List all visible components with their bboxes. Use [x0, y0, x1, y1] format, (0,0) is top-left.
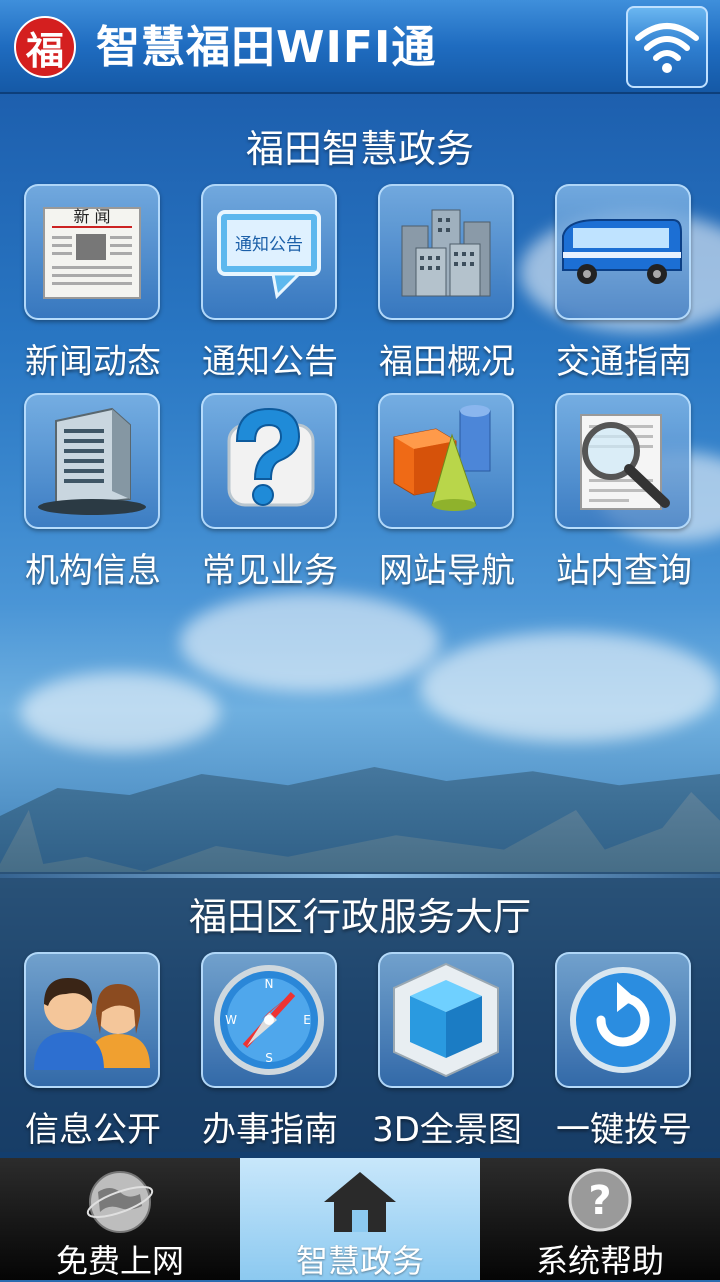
tile-notice[interactable]: 通知公告 [201, 184, 337, 320]
svg-text:通知公告: 通知公告 [235, 235, 303, 255]
section-divider [0, 874, 720, 878]
office-building-icon [38, 407, 146, 515]
tile-sitenav[interactable] [378, 393, 514, 529]
tile-agency[interactable] [24, 393, 160, 529]
magnifier-icon [580, 414, 670, 510]
label-3d-panorama[interactable]: 3D全景图 [357, 1102, 537, 1151]
notice-bubble-icon: 通知公告 [217, 210, 321, 300]
people-icon [34, 978, 150, 1070]
label-news[interactable]: 新闻动态 [3, 334, 183, 383]
nav-label-smart-gov: 智慧政务 [295, 1242, 424, 1280]
help-icon: ? [568, 1168, 632, 1232]
svg-text:S: S [265, 1051, 273, 1065]
label-business[interactable]: 常见业务 [180, 543, 360, 592]
svg-text:W: W [225, 1013, 237, 1027]
label-guide[interactable]: 办事指南 [180, 1102, 360, 1151]
section-title-service-hall: 福田区行政服务大厅 [188, 895, 531, 939]
tile-news[interactable]: 新 闻 [24, 184, 160, 320]
redial-icon [570, 967, 676, 1073]
tile-business[interactable] [201, 393, 337, 529]
app-title: 智慧福田WIFI通 [96, 22, 437, 73]
label-agency[interactable]: 机构信息 [3, 543, 183, 592]
tile-search[interactable] [555, 393, 691, 529]
svg-text:N: N [265, 977, 274, 991]
tile-3d-panorama[interactable] [378, 952, 514, 1088]
svg-text:E: E [303, 1013, 311, 1027]
nav-system-help[interactable]: ? 系统帮助 [480, 1158, 720, 1280]
tile-info-public[interactable] [24, 952, 160, 1088]
label-one-key-dial[interactable]: 一键拨号 [534, 1102, 714, 1151]
section-title-gov: 福田智慧政务 [245, 127, 474, 171]
nav-free-internet[interactable]: 免费上网 [0, 1158, 240, 1280]
app-header: 福 智慧福田WIFI通 [0, 0, 720, 94]
label-sitenav[interactable]: 网站导航 [357, 543, 537, 592]
label-notice[interactable]: 通知公告 [180, 334, 360, 383]
bottom-nav: 免费上网 智慧政务 ? 系统帮助 [0, 1158, 720, 1280]
label-traffic[interactable]: 交通指南 [534, 334, 714, 383]
nav-label-system-help: 系统帮助 [535, 1242, 664, 1280]
bus-icon [562, 219, 682, 284]
shapes-icon [393, 405, 491, 511]
nav-label-free-internet: 免费上网 [55, 1242, 184, 1280]
globe-icon [86, 1171, 154, 1233]
label-search[interactable]: 站内查询 [534, 543, 714, 592]
nav-smart-gov[interactable]: 智慧政务 [240, 1158, 480, 1280]
tile-one-key-dial[interactable] [555, 952, 691, 1088]
buildings-icon [401, 209, 491, 297]
label-overview[interactable]: 福田概况 [357, 334, 537, 383]
question-icon [227, 407, 315, 507]
cube-icon [393, 962, 499, 1078]
svg-text:?: ? [588, 1178, 611, 1224]
label-info-public[interactable]: 信息公开 [3, 1102, 183, 1151]
wifi-button[interactable] [626, 6, 708, 88]
svg-text:新 闻: 新 闻 [73, 207, 110, 226]
wifi-icon [635, 23, 699, 73]
compass-icon: N S W E [214, 965, 324, 1075]
tile-guide[interactable]: N S W E [201, 952, 337, 1088]
home-icon [324, 1172, 396, 1232]
tile-traffic[interactable] [555, 184, 691, 320]
newspaper-icon: 新 闻 [43, 207, 141, 299]
tile-overview[interactable] [378, 184, 514, 320]
app-logo: 福 [14, 16, 76, 78]
